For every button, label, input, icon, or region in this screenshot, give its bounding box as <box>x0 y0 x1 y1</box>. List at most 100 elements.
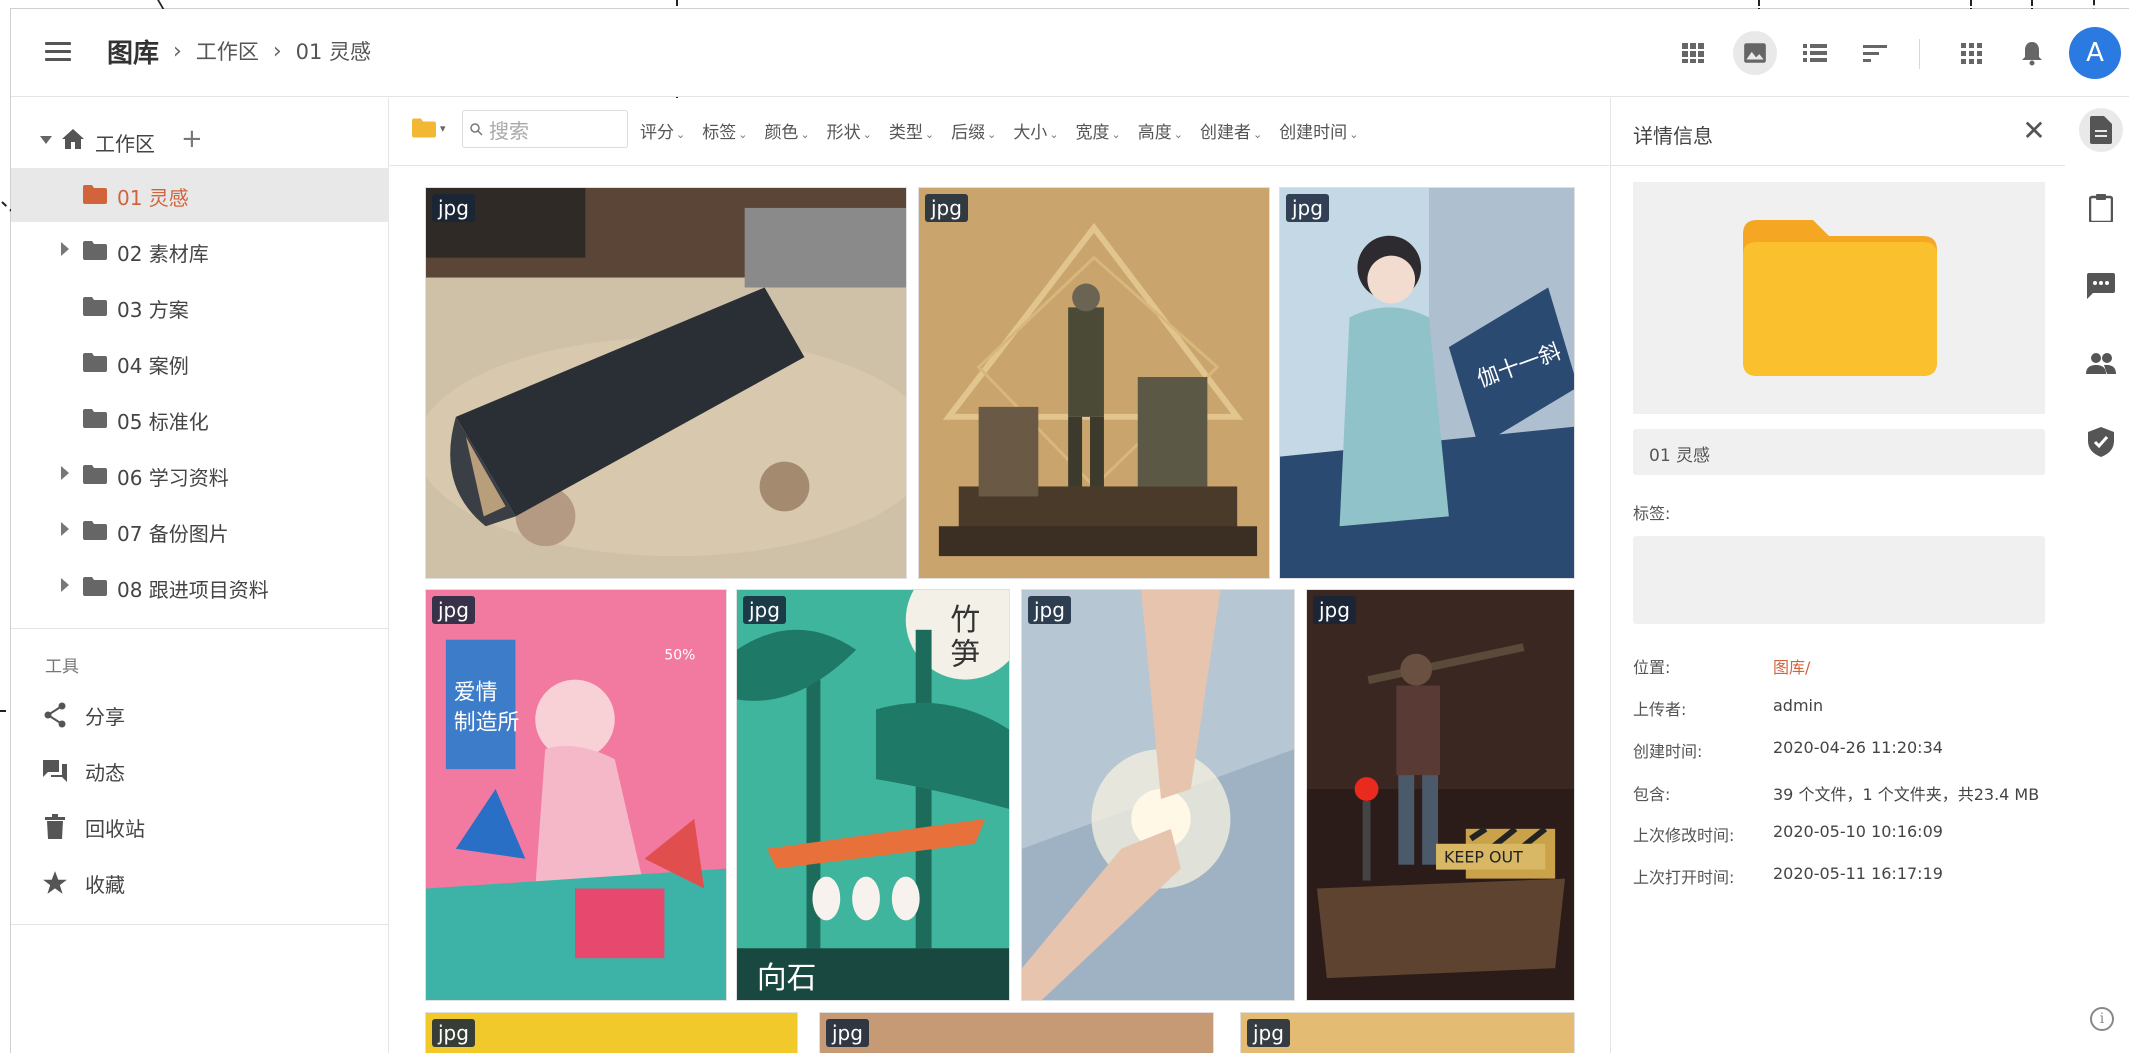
folder-icon <box>412 118 436 138</box>
folder-label: 07 备份图片 <box>117 522 229 546</box>
tool-trash[interactable]: 回收站 <box>41 807 145 847</box>
chevron-right-icon: › <box>272 38 282 64</box>
sidebar-folder-06[interactable]: 06 学习资料 <box>11 448 389 502</box>
list-view-icon[interactable] <box>1793 31 1837 75</box>
shield-check-icon[interactable] <box>2079 420 2123 464</box>
image-thumb-hands[interactable]: jpg <box>1021 589 1295 1001</box>
caret-down-icon[interactable] <box>40 136 52 144</box>
sidebar-divider <box>11 628 389 629</box>
image-thumb-warrior[interactable]: KEEP OUT jpg <box>1306 589 1575 1001</box>
sidebar-folder-04[interactable]: 04 案例 <box>11 336 389 390</box>
filter-extension[interactable]: 后缀 ⌄ <box>951 118 996 143</box>
sidebar-folder-07[interactable]: 07 备份图片 <box>11 504 389 558</box>
sidebar-folder-01[interactable]: 01 灵感 <box>11 168 389 222</box>
caret-right-icon[interactable] <box>61 466 69 480</box>
folder-icon <box>83 409 107 428</box>
tags-label: 标签: <box>1633 504 1671 523</box>
search-icon <box>470 123 483 136</box>
gold-image <box>1241 1013 1574 1053</box>
caret-right-icon[interactable] <box>61 242 69 256</box>
people-icon[interactable] <box>2079 342 2123 386</box>
tool-label: 分享 <box>85 704 125 729</box>
apps-icon[interactable] <box>1949 31 1993 75</box>
add-icon[interactable]: + <box>181 124 203 154</box>
folder-large-icon <box>1743 220 1937 376</box>
comment-icon[interactable] <box>2079 264 2123 308</box>
image-thumb-pink-poster[interactable]: 爱情 制造所 50% jpg <box>425 589 727 1001</box>
avatar[interactable]: A <box>2069 27 2121 79</box>
breadcrumb-item[interactable]: 01 灵感 <box>296 36 371 66</box>
breadcrumb-root[interactable]: 图库 <box>107 33 159 70</box>
filter-type[interactable]: 类型 ⌄ <box>889 118 934 143</box>
tags-field[interactable] <box>1633 536 2045 624</box>
sidebar-folder-02[interactable]: 02 素材库 <box>11 224 389 278</box>
image-thumb-girl[interactable]: 伽十一斜 jpg <box>1279 187 1575 579</box>
svg-text:向石: 向石 <box>757 961 817 996</box>
folder-dropdown[interactable]: ▾ <box>412 118 446 138</box>
bamboo-poster-image: 竹 笋 向石 <box>737 590 1009 1000</box>
folder-icon <box>83 465 107 484</box>
filter-width[interactable]: 宽度 ⌄ <box>1076 118 1121 143</box>
info-value: 39 个文件，1 个文件夹，共23.4 MB <box>1773 785 2040 804</box>
clipboard-icon[interactable] <box>2079 186 2123 230</box>
svg-text:竹: 竹 <box>950 603 980 638</box>
document-icon[interactable] <box>2079 108 2123 152</box>
home-icon <box>61 128 85 154</box>
toolbar-divider <box>1919 39 1920 69</box>
girl-illustration-image: 伽十一斜 <box>1280 188 1574 578</box>
activity-icon <box>41 757 69 785</box>
close-icon[interactable]: ✕ <box>2019 116 2049 146</box>
info-key: 上传者: <box>1633 700 1687 719</box>
tool-favorites[interactable]: 收藏 <box>41 863 125 903</box>
image-thumb-gold[interactable]: jpg <box>1240 1012 1575 1053</box>
tool-share[interactable]: 分享 <box>41 695 125 735</box>
tool-label: 回收站 <box>85 816 145 841</box>
image-thumb-tan[interactable]: jpg <box>819 1012 1214 1053</box>
filter-tags[interactable]: 标签 ⌄ <box>702 118 747 143</box>
image-thumb-yellow[interactable]: jpg <box>425 1012 798 1053</box>
image-view-icon[interactable] <box>1733 31 1777 75</box>
caret-right-icon[interactable] <box>61 578 69 592</box>
workspace-row[interactable]: 工作区 + <box>11 122 389 160</box>
tool-activity[interactable]: 动态 <box>41 751 125 791</box>
sidebar: 工作区 + 01 灵感 02 素材库 03 方案 04 案例 05 标准化 06 <box>11 98 389 1053</box>
info-key: 创建时间: <box>1633 742 1703 761</box>
folder-icon <box>83 185 107 204</box>
top-bar: 图库 › 工作区 › 01 灵感 A <box>11 9 2129 97</box>
image-thumb-bamboo[interactable]: 竹 笋 向石 jpg <box>736 589 1010 1001</box>
filter-size[interactable]: 大小 ⌄ <box>1013 118 1058 143</box>
filter-creator[interactable]: 创建者 ⌄ <box>1200 118 1262 143</box>
tan-image <box>820 1013 1213 1053</box>
search-input[interactable]: 搜索 <box>462 110 628 148</box>
info-value: admin <box>1773 696 1824 715</box>
filter-shape[interactable]: 形状 ⌄ <box>827 118 872 143</box>
folder-label: 02 素材库 <box>117 242 209 266</box>
hands-light-image <box>1022 590 1294 1000</box>
info-value: 2020-04-26 11:20:34 <box>1773 738 1943 757</box>
folder-name-field[interactable]: 01 灵感 <box>1633 429 2045 475</box>
file-type-badge: jpg <box>432 1019 475 1047</box>
breadcrumb: 图库 › 工作区 › 01 灵感 <box>107 31 371 71</box>
sidebar-folder-03[interactable]: 03 方案 <box>11 280 389 334</box>
sidebar-folder-08[interactable]: 08 跟进项目资料 <box>11 560 389 614</box>
caret-right-icon[interactable] <box>61 522 69 536</box>
filter-created-time[interactable]: 创建时间 ⌄ <box>1279 118 1358 143</box>
file-type-badge: jpg <box>432 194 475 222</box>
chevron-down-icon: ▾ <box>440 121 446 135</box>
image-thumb-speaker[interactable]: jpg <box>425 187 907 579</box>
location-link[interactable]: 图库/ <box>1773 654 1810 678</box>
breadcrumb-item[interactable]: 工作区 <box>196 36 259 66</box>
info-icon[interactable]: i <box>2090 1007 2114 1031</box>
filter-height[interactable]: 高度 ⌄ <box>1138 118 1183 143</box>
sidebar-folder-05[interactable]: 05 标准化 <box>11 392 389 446</box>
sort-icon[interactable] <box>1853 31 1897 75</box>
svg-text:制造所: 制造所 <box>454 710 520 735</box>
bell-icon[interactable] <box>2010 31 2054 75</box>
folder-label: 03 方案 <box>117 298 189 322</box>
grid-view-icon[interactable] <box>1671 31 1715 75</box>
filter-rating[interactable]: 评分 ⌄ <box>640 118 685 143</box>
yellow-image <box>426 1013 797 1053</box>
filter-color[interactable]: 颜色 ⌄ <box>764 118 809 143</box>
hamburger-menu-icon[interactable] <box>45 39 71 65</box>
image-thumb-soldier[interactable]: jpg <box>918 187 1270 579</box>
